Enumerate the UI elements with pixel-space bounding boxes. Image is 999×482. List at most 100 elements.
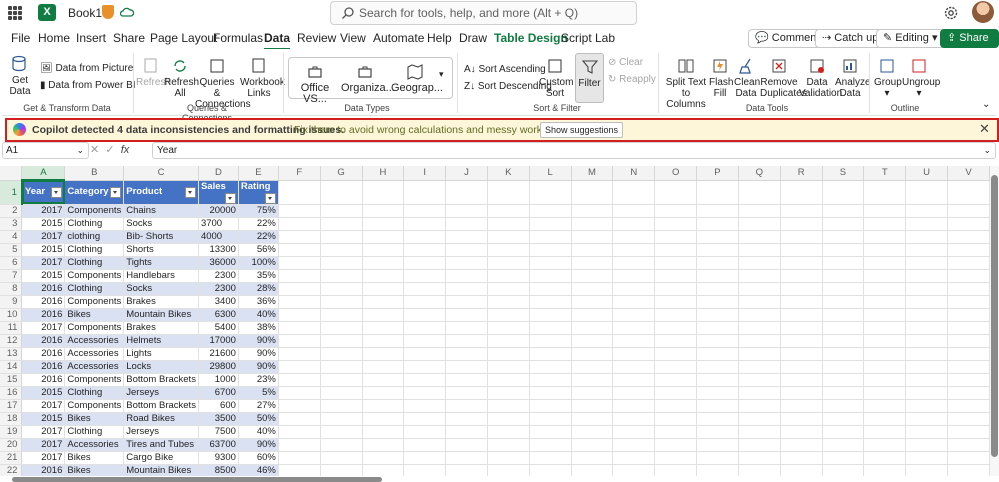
table-cell[interactable]: Shorts <box>123 243 199 257</box>
column-header[interactable]: S <box>822 166 865 181</box>
empty-cell[interactable] <box>278 321 321 335</box>
empty-cell[interactable] <box>863 204 907 218</box>
empty-cell[interactable] <box>863 412 907 426</box>
empty-cell[interactable] <box>863 295 907 309</box>
empty-cell[interactable] <box>403 425 447 439</box>
empty-cell[interactable] <box>863 217 907 231</box>
empty-cell[interactable] <box>529 412 572 426</box>
table-cell[interactable]: clothing <box>64 230 125 244</box>
table-cell[interactable]: 27% <box>238 399 279 413</box>
empty-cell[interactable] <box>822 334 865 348</box>
table-cell[interactable]: 2016 <box>21 464 66 476</box>
empty-cell[interactable] <box>571 321 614 335</box>
empty-cell[interactable] <box>362 269 405 283</box>
empty-cell[interactable] <box>320 334 363 348</box>
empty-cell[interactable] <box>403 282 447 296</box>
empty-cell[interactable] <box>612 425 656 439</box>
row-header[interactable]: 1 <box>0 180 23 205</box>
workbook-links-button[interactable]: Workbook Links <box>240 57 285 99</box>
table-header-cell[interactable]: Product <box>123 180 199 205</box>
empty-cell[interactable] <box>822 180 865 205</box>
empty-cell[interactable] <box>362 256 405 270</box>
empty-cell[interactable] <box>654 269 698 283</box>
tab-automate[interactable]: Automate <box>373 31 424 45</box>
empty-cell[interactable] <box>571 308 614 322</box>
table-cell[interactable]: 23% <box>238 373 279 387</box>
empty-cell[interactable] <box>905 269 949 283</box>
empty-cell[interactable] <box>320 386 363 400</box>
empty-cell[interactable] <box>654 321 698 335</box>
table-cell[interactable]: 2017 <box>21 204 66 218</box>
empty-cell[interactable] <box>362 425 405 439</box>
empty-cell[interactable] <box>571 256 614 270</box>
empty-cell[interactable] <box>445 373 488 387</box>
empty-cell[interactable] <box>403 451 447 465</box>
datatype-expand-button[interactable]: ▾ <box>439 69 444 80</box>
column-header[interactable]: P <box>696 166 739 181</box>
tab-script-lab[interactable]: Script Lab <box>561 31 615 45</box>
empty-cell[interactable] <box>403 334 447 348</box>
table-cell[interactable]: Mountain Bikes <box>123 464 199 476</box>
table-cell[interactable]: Jerseys <box>123 386 199 400</box>
column-header[interactable]: O <box>654 166 698 181</box>
empty-cell[interactable] <box>780 180 823 205</box>
empty-cell[interactable] <box>529 308 572 322</box>
empty-cell[interactable] <box>445 425 488 439</box>
horizontal-scrollbar-thumb[interactable] <box>12 477 382 482</box>
table-cell[interactable]: Socks <box>123 217 199 231</box>
empty-cell[interactable] <box>947 464 990 476</box>
column-header[interactable]: I <box>403 166 447 181</box>
column-header[interactable]: Q <box>738 166 781 181</box>
empty-cell[interactable] <box>863 180 907 205</box>
empty-cell[interactable] <box>738 412 781 426</box>
empty-cell[interactable] <box>445 464 488 476</box>
reapply-button[interactable]: ↻ Reapply <box>608 74 656 85</box>
clean-data-button[interactable]: Clean Data <box>734 57 760 99</box>
empty-cell[interactable] <box>362 464 405 476</box>
empty-cell[interactable] <box>612 180 656 205</box>
empty-cell[interactable] <box>822 295 865 309</box>
empty-cell[interactable] <box>947 230 990 244</box>
empty-cell[interactable] <box>905 282 949 296</box>
empty-cell[interactable] <box>822 230 865 244</box>
data-validation-button[interactable]: Data Validation <box>799 57 842 99</box>
empty-cell[interactable] <box>278 256 321 270</box>
empty-cell[interactable] <box>822 399 865 413</box>
empty-cell[interactable] <box>487 204 530 218</box>
empty-cell[interactable] <box>654 347 698 361</box>
column-header[interactable]: B <box>64 166 125 181</box>
empty-cell[interactable] <box>612 334 656 348</box>
empty-cell[interactable] <box>278 425 321 439</box>
empty-cell[interactable] <box>320 373 363 387</box>
empty-cell[interactable] <box>863 282 907 296</box>
empty-cell[interactable] <box>445 438 488 452</box>
empty-cell[interactable] <box>822 217 865 231</box>
split-text-button[interactable]: Split Text to Columns <box>664 57 708 110</box>
table-cell[interactable]: 600 <box>198 399 239 413</box>
empty-cell[interactable] <box>738 308 781 322</box>
empty-cell[interactable] <box>780 347 823 361</box>
empty-cell[interactable] <box>362 334 405 348</box>
empty-cell[interactable] <box>780 217 823 231</box>
empty-cell[interactable] <box>696 412 739 426</box>
table-cell[interactable]: Components <box>64 399 125 413</box>
datatype-organization-button[interactable]: Organiza... <box>341 63 395 94</box>
empty-cell[interactable] <box>529 282 572 296</box>
empty-cell[interactable] <box>571 230 614 244</box>
empty-cell[interactable] <box>822 321 865 335</box>
table-cell[interactable]: Lights <box>123 347 199 361</box>
empty-cell[interactable] <box>863 243 907 257</box>
empty-cell[interactable] <box>822 256 865 270</box>
empty-cell[interactable] <box>654 204 698 218</box>
empty-cell[interactable] <box>863 451 907 465</box>
table-cell[interactable]: Bikes <box>64 451 125 465</box>
table-cell[interactable]: 2016 <box>21 334 66 348</box>
column-header[interactable]: A <box>21 166 66 181</box>
row-header[interactable]: 11 <box>0 321 23 335</box>
empty-cell[interactable] <box>362 386 405 400</box>
empty-cell[interactable] <box>654 399 698 413</box>
empty-cell[interactable] <box>487 295 530 309</box>
empty-cell[interactable] <box>403 347 447 361</box>
empty-cell[interactable] <box>822 438 865 452</box>
empty-cell[interactable] <box>738 425 781 439</box>
